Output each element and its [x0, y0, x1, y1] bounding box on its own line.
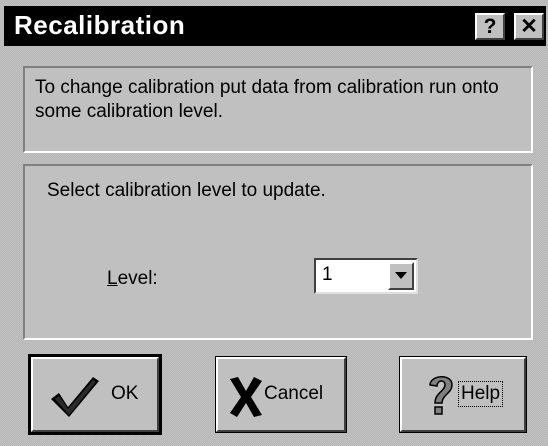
triangle-down-icon [395, 272, 407, 279]
selection-panel: Select calibration level to update. Leve… [23, 164, 533, 340]
checkmark-icon [51, 377, 99, 417]
x-cross-icon [230, 377, 262, 417]
info-panel: To change calibration put data from cali… [23, 66, 533, 153]
dropdown-arrow-button[interactable] [388, 262, 414, 290]
title-bar[interactable]: Recalibration ? ✕ [4, 6, 546, 46]
close-icon: ✕ [520, 15, 538, 38]
recalibration-dialog: Recalibration ? ✕ To change calibration … [0, 0, 548, 446]
level-selected-value: 1 [322, 264, 333, 285]
help-button[interactable]: Help [399, 356, 527, 433]
ok-label: OK [111, 383, 139, 404]
help-label: Help [458, 381, 504, 407]
info-text: To change calibration put data from cali… [35, 77, 499, 122]
ok-button[interactable]: OK [28, 354, 162, 435]
selection-heading: Select calibration level to update. [47, 180, 326, 201]
window-title: Recalibration [14, 10, 186, 40]
cancel-button[interactable]: Cancel [215, 356, 347, 433]
level-dropdown[interactable]: 1 [314, 258, 418, 294]
level-label-text: evel: [117, 268, 158, 289]
close-button[interactable]: ✕ [514, 13, 544, 40]
level-label-mnemonic: L [107, 268, 118, 289]
dialog-body: To change calibration put data from cali… [4, 46, 546, 444]
level-label: Level: [107, 268, 158, 290]
cancel-label: Cancel [264, 383, 324, 404]
question-mark-icon [429, 376, 453, 415]
question-icon: ? [483, 14, 497, 38]
title-help-button[interactable]: ? [475, 13, 505, 40]
